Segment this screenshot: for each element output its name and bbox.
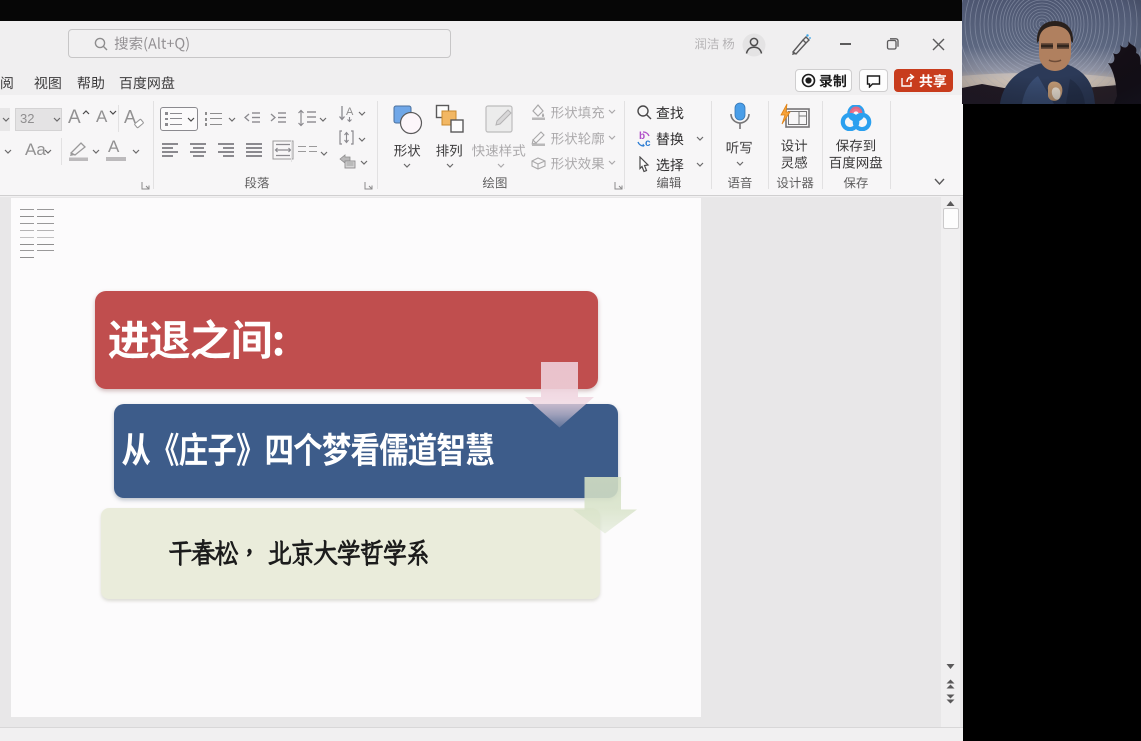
- svg-text:A: A: [346, 106, 354, 118]
- svg-text:c: c: [645, 138, 651, 148]
